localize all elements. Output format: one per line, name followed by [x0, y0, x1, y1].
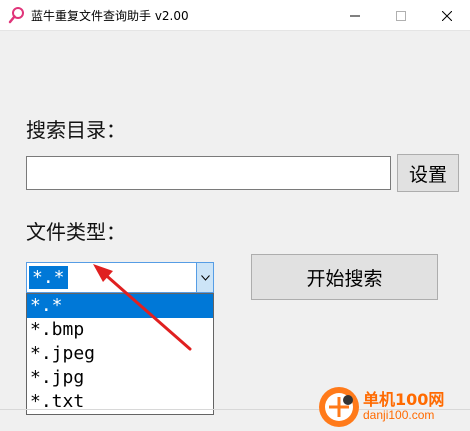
file-type-dropdown-list: *.* *.bmp *.jpeg *.jpg *.txt — [26, 293, 214, 415]
minimize-icon — [350, 15, 360, 16]
dropdown-option-all[interactable]: *.* — [27, 294, 213, 318]
directory-label: 搜索目录： — [26, 118, 126, 142]
watermark-url: danji100.com — [363, 408, 435, 422]
start-search-button[interactable]: 开始搜索 — [251, 254, 438, 300]
directory-input[interactable] — [26, 156, 391, 190]
watermark: 单机100网 danji100.com — [318, 384, 468, 428]
maximize-button[interactable] — [378, 0, 424, 31]
combobox-dropdown-button[interactable] — [196, 263, 213, 292]
chevron-down-icon — [200, 274, 210, 281]
watermark-logo-icon — [319, 387, 359, 427]
dropdown-option-txt[interactable]: *.txt — [27, 390, 213, 414]
file-type-combobox[interactable]: *.* — [26, 262, 214, 293]
set-directory-button[interactable]: 设置 — [397, 154, 459, 192]
magnifier-icon — [8, 7, 24, 24]
window-title: 蓝牛重复文件查询助手 v2.00 — [31, 9, 189, 23]
dropdown-option-jpeg[interactable]: *.jpeg — [27, 342, 213, 366]
file-type-selected-value: *.* — [29, 266, 68, 289]
maximize-icon — [396, 10, 406, 21]
close-button[interactable] — [424, 0, 470, 31]
watermark-text: 单机100网 — [363, 390, 445, 409]
close-icon — [442, 10, 452, 21]
dropdown-option-bmp[interactable]: *.bmp — [27, 318, 213, 342]
file-type-label: 文件类型： — [26, 220, 126, 244]
minimize-button[interactable] — [332, 0, 378, 31]
dropdown-option-jpg[interactable]: *.jpg — [27, 366, 213, 390]
title-bar: 蓝牛重复文件查询助手 v2.00 — [0, 0, 470, 31]
